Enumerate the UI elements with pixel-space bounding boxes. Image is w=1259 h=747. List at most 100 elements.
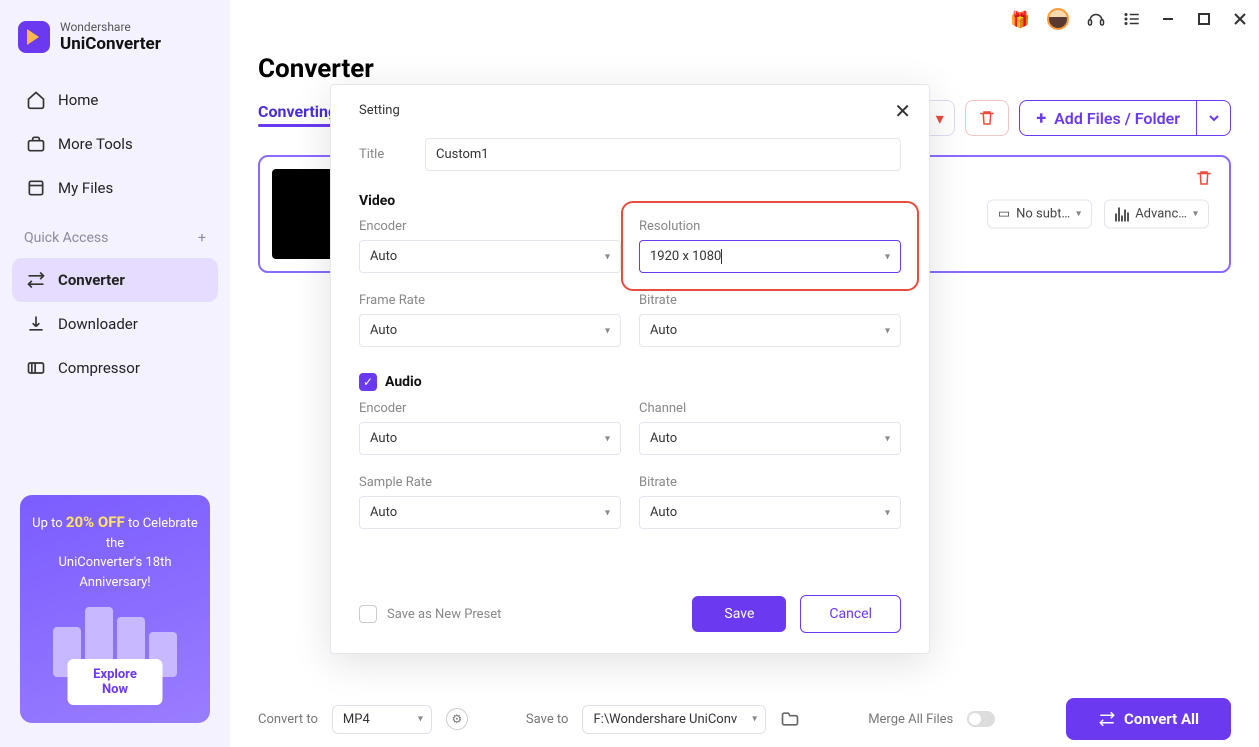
sidebar-item-downloader[interactable]: Downloader [12, 302, 218, 346]
chevron-down-icon: ▾ [418, 714, 423, 725]
output-format-value: MP4 [343, 712, 370, 727]
audio-encoder-field: Encoder Auto ▾ [359, 401, 621, 455]
add-files-dropdown[interactable] [1197, 100, 1231, 136]
audio-channel-select[interactable]: Auto ▾ [639, 422, 901, 455]
sidebar-label: My Files [58, 179, 113, 197]
chevron-down-icon: ▾ [885, 251, 890, 262]
field-label: Sample Rate [359, 475, 621, 490]
subtitle-icon: ▭ [998, 207, 1010, 222]
resolution-field-highlight: Resolution 1920 x 1080 ▾ [631, 211, 909, 281]
sidebar-item-converter[interactable]: Converter [12, 258, 218, 302]
open-folder-icon[interactable] [780, 709, 800, 729]
video-encoder-select[interactable]: Auto▾ [359, 240, 621, 273]
chevron-down-icon: ▾ [752, 714, 757, 725]
delete-all-button[interactable] [965, 100, 1009, 136]
select-value: Auto [370, 505, 397, 520]
equalizer-icon [1115, 207, 1129, 221]
chevron-down-icon: ▾ [885, 433, 890, 444]
app-logo: Wondershare UniConverter [0, 20, 230, 72]
promo-text: Up to 20% OFF to Celebrate the UniConver… [30, 511, 200, 592]
sidebar-label: Compressor [58, 359, 140, 377]
merge-toggle[interactable] [967, 711, 995, 727]
merge-label: Merge All Files [868, 712, 953, 727]
video-bitrate-select[interactable]: Auto ▾ [639, 314, 901, 347]
sidebar-label: Home [58, 91, 98, 109]
save-button[interactable]: Save [692, 596, 786, 632]
video-resolution-select[interactable]: 1920 x 1080 ▾ [639, 240, 901, 273]
sidebar: Wondershare UniConverter Home More Tools… [0, 0, 230, 747]
select-value: Auto [370, 323, 397, 338]
chevron-down-icon: ▾ [1193, 209, 1198, 220]
save-preset-label: Save as New Preset [387, 607, 501, 622]
card-delete-icon[interactable] [1195, 169, 1213, 191]
sidebar-item-compressor[interactable]: Compressor [12, 346, 218, 390]
field-label: Bitrate [639, 293, 901, 308]
sidebar-item-home[interactable]: Home [12, 78, 218, 122]
add-files-button[interactable]: + Add Files / Folder [1019, 100, 1197, 136]
select-value: Auto [650, 505, 677, 520]
plus-icon: + [1036, 108, 1046, 129]
field-label: Encoder [359, 401, 621, 416]
field-label: Resolution [639, 219, 901, 234]
tab-converting[interactable]: Converting [258, 102, 337, 127]
page-title: Converter [258, 54, 1231, 84]
bottom-bar: Convert to MP4 ▾ ⚙ Save to F:\Wondershar… [230, 691, 1259, 747]
audio-bitrate-select[interactable]: Auto ▾ [639, 496, 901, 529]
toolbox-icon [26, 134, 46, 154]
audio-bitrate-field: Bitrate Auto ▾ [639, 475, 901, 529]
select-value: Auto [650, 323, 677, 338]
field-label: Encoder [359, 219, 621, 234]
chevron-down-icon: ▾ [885, 325, 890, 336]
modal-heading: Setting [359, 103, 901, 118]
advanced-pill[interactable]: Advanc… ▾ [1104, 200, 1209, 229]
title-input[interactable] [425, 138, 901, 171]
chevron-down-icon: ▾ [1076, 209, 1081, 220]
title-label: Title [359, 147, 409, 162]
modal-close-icon[interactable]: ✕ [894, 99, 911, 123]
add-files-label: Add Files / Folder [1054, 109, 1180, 128]
save-path-select[interactable]: F:\Wondershare UniConv ▾ [582, 705, 766, 734]
video-section-heading: Video [359, 193, 901, 209]
save-to-label: Save to [526, 712, 569, 727]
video-bitrate-field: Bitrate Auto ▾ [639, 293, 901, 347]
samplerate-field: Sample Rate Auto ▾ [359, 475, 621, 529]
subtitle-pill[interactable]: ▭ No subt… ▾ [987, 200, 1092, 229]
output-format-select[interactable]: MP4 ▾ [332, 705, 432, 734]
quick-access-label: Quick Access [24, 230, 108, 246]
convert-all-button[interactable]: Convert All [1066, 698, 1231, 740]
video-framerate-select[interactable]: Auto ▾ [359, 314, 621, 347]
settings-gear-icon[interactable]: ⚙ [446, 708, 468, 730]
quick-access-header: Quick Access + [0, 216, 230, 252]
sidebar-item-my-files[interactable]: My Files [12, 166, 218, 210]
audio-encoder-select[interactable]: Auto ▾ [359, 422, 621, 455]
sidebar-item-more-tools[interactable]: More Tools [12, 122, 218, 166]
chevron-down-icon: ▾ [605, 325, 610, 336]
download-icon [26, 314, 46, 334]
subtitle-label: No subt… [1016, 207, 1070, 222]
add-quick-icon[interactable]: + [198, 230, 206, 246]
chevron-down-icon: ▾ [885, 507, 890, 518]
logo-icon [18, 21, 50, 53]
field-label: Bitrate [639, 475, 901, 490]
select-value: 1920 x 1080 [650, 249, 721, 264]
channel-field: Channel Auto▾ [639, 401, 901, 455]
select-value: Auto [650, 431, 677, 446]
convert-all-label: Convert All [1124, 710, 1199, 728]
advanced-label: Advanc… [1135, 207, 1187, 222]
brand-bottom: UniConverter [60, 34, 161, 54]
audio-section-heading: Audio [385, 374, 422, 390]
audio-checkbox[interactable]: ✓ [359, 373, 377, 391]
cancel-button[interactable]: Cancel [800, 595, 901, 633]
save-preset-checkbox[interactable] [359, 605, 377, 623]
select-value: Auto [370, 431, 397, 446]
explore-now-button[interactable]: Explore Now [68, 659, 163, 705]
chevron-down-icon: ▾ [605, 507, 610, 518]
select-value: Auto [370, 249, 397, 264]
sidebar-label: More Tools [58, 135, 133, 153]
audio-section-header: ✓ Audio [359, 373, 901, 391]
chevron-down-icon: ▾ [605, 433, 610, 444]
audio-samplerate-select[interactable]: Auto ▾ [359, 496, 621, 529]
promo-banner: Up to 20% OFF to Celebrate the UniConver… [20, 495, 210, 723]
field-label: Frame Rate [359, 293, 621, 308]
sidebar-label: Downloader [58, 315, 138, 333]
